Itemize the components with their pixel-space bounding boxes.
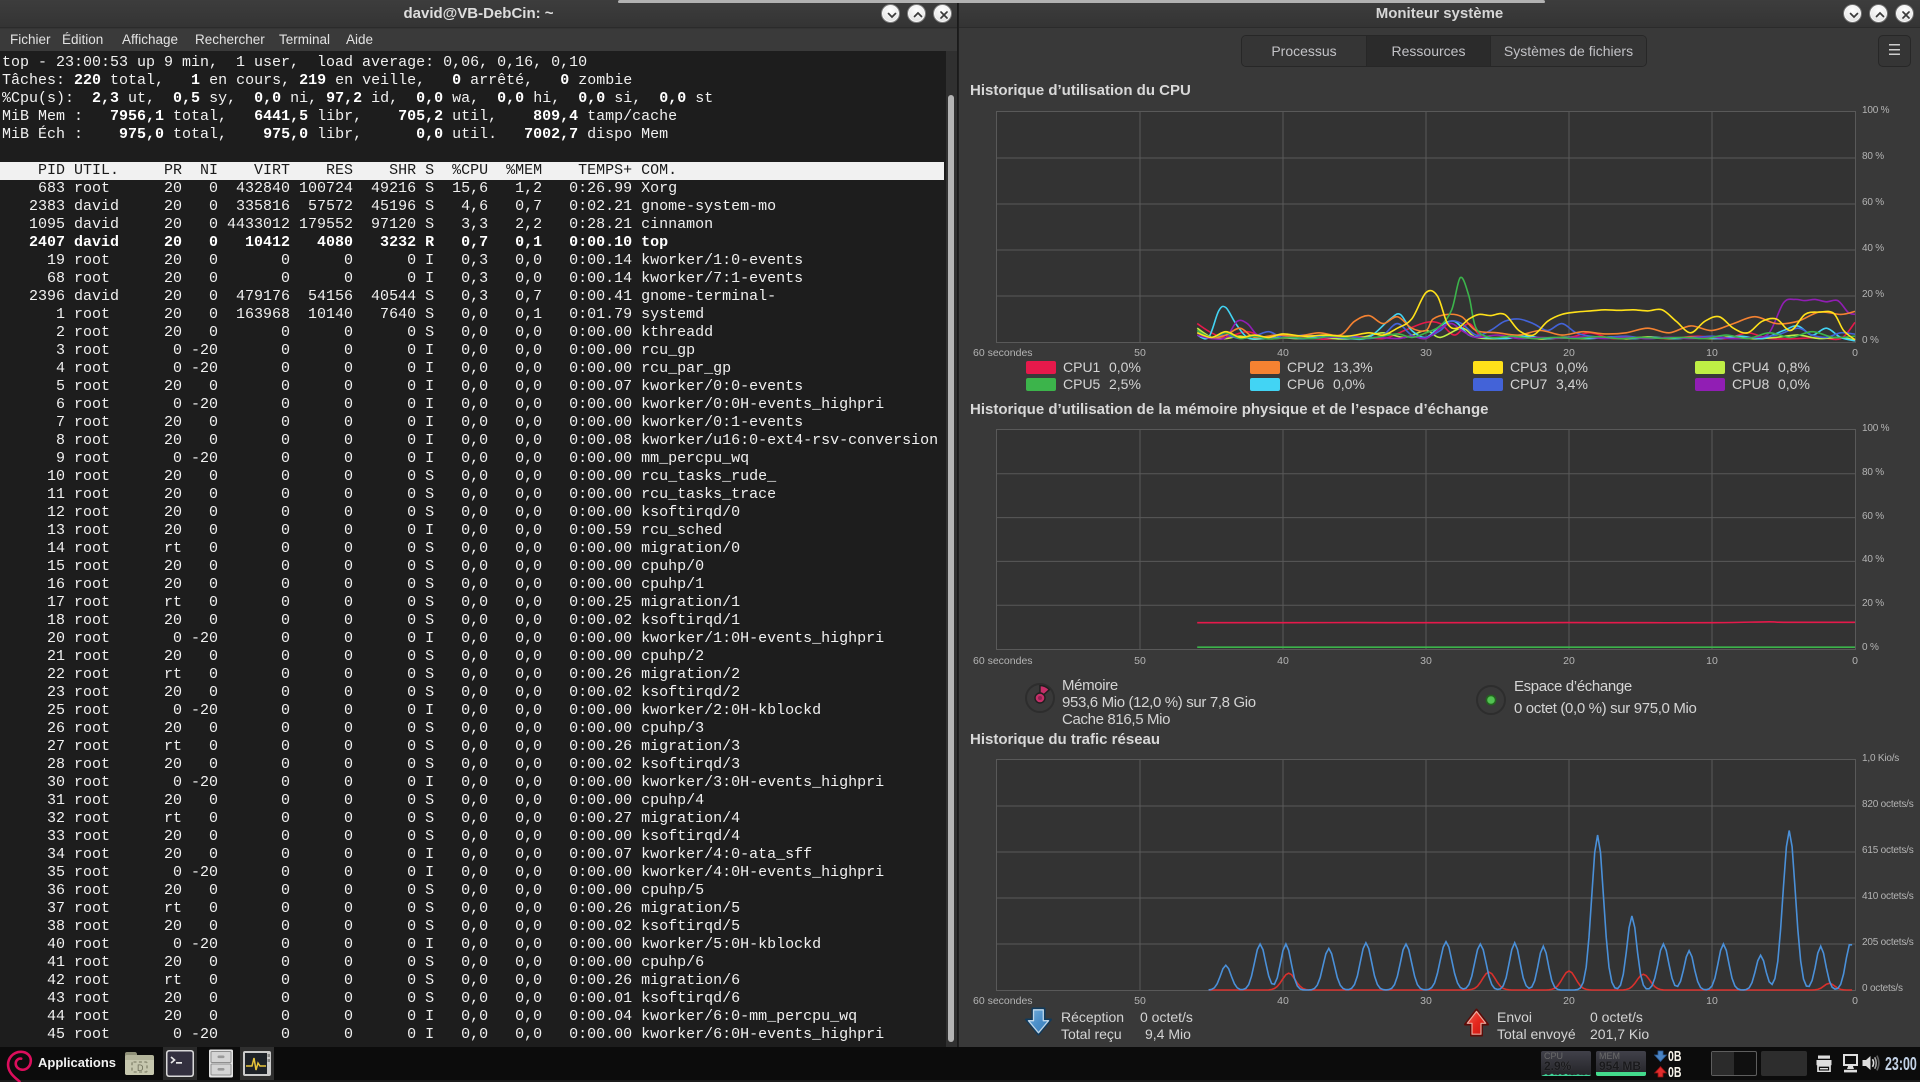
svg-text:D: D bbox=[137, 1063, 144, 1073]
